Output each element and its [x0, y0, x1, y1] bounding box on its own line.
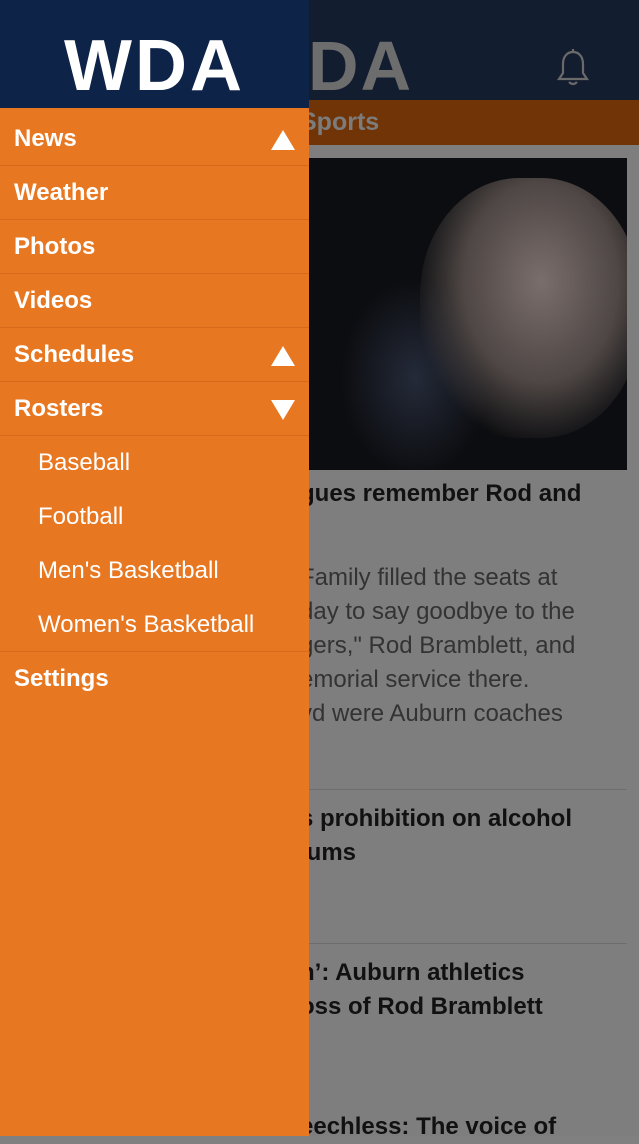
hero-hand [420, 178, 627, 438]
submenu-item-football[interactable]: Football [0, 490, 309, 544]
submenu-item-label: Football [38, 503, 124, 530]
submenu-item-mens-basketball[interactable]: Men's Basketball [0, 544, 309, 598]
bell-icon[interactable] [555, 48, 591, 88]
menu-item-settings[interactable]: Settings [0, 652, 309, 706]
navigation-drawer: WDA News Weather Photos Videos Schedules… [0, 0, 309, 1136]
article-snippet: vd were Auburn coaches [300, 700, 563, 727]
submenu-item-label: Baseball [38, 449, 131, 476]
menu-item-label: Photos [14, 233, 96, 260]
article-title[interactable]: s prohibition on alcohol [300, 802, 572, 836]
section-label: Sports [300, 108, 380, 136]
collapse-down-icon[interactable] [271, 400, 295, 420]
article-title[interactable]: gues remember Rod and [300, 477, 581, 511]
menu-item-label: Settings [14, 665, 109, 692]
menu-item-videos[interactable]: Videos [0, 274, 309, 328]
menu-item-label: Rosters [14, 395, 104, 422]
menu-item-label: Videos [14, 287, 93, 314]
menu-item-label: Weather [14, 179, 109, 206]
app-logo: DA [308, 27, 414, 105]
expand-up-icon[interactable] [271, 130, 295, 150]
drawer-header: WDA [0, 0, 309, 108]
menu-item-photos[interactable]: Photos [0, 220, 309, 274]
article-snippet: gers," Rod Bramblett, and [300, 632, 576, 659]
hero-image[interactable] [300, 158, 627, 470]
menu-item-news[interactable]: News [0, 112, 309, 166]
article-title[interactable]: n’: Auburn athletics [300, 956, 524, 990]
article-snippet: Family filled the seats at [300, 564, 558, 591]
divider [300, 789, 627, 790]
article-title[interactable]: oss of Rod Bramblett [300, 990, 543, 1024]
divider [300, 943, 627, 944]
menu-item-schedules[interactable]: Schedules [0, 328, 309, 382]
drawer-logo: WDA [64, 26, 245, 106]
expand-up-icon[interactable] [271, 346, 295, 366]
submenu-item-label: Men's Basketball [38, 557, 219, 584]
submenu-item-womens-basketball[interactable]: Women's Basketball [0, 598, 309, 652]
article-snippet: day to say goodbye to the [300, 598, 575, 625]
menu-item-rosters[interactable]: Rosters [0, 382, 309, 436]
menu-item-label: Schedules [14, 341, 135, 368]
menu-item-weather[interactable]: Weather [0, 166, 309, 220]
article-title[interactable]: eechless: The voice of [300, 1110, 556, 1144]
menu-item-label: News [14, 125, 77, 152]
article-snippet: emorial service there. [300, 666, 530, 693]
submenu-item-label: Women's Basketball [38, 611, 255, 638]
submenu-item-baseball[interactable]: Baseball [0, 436, 309, 490]
